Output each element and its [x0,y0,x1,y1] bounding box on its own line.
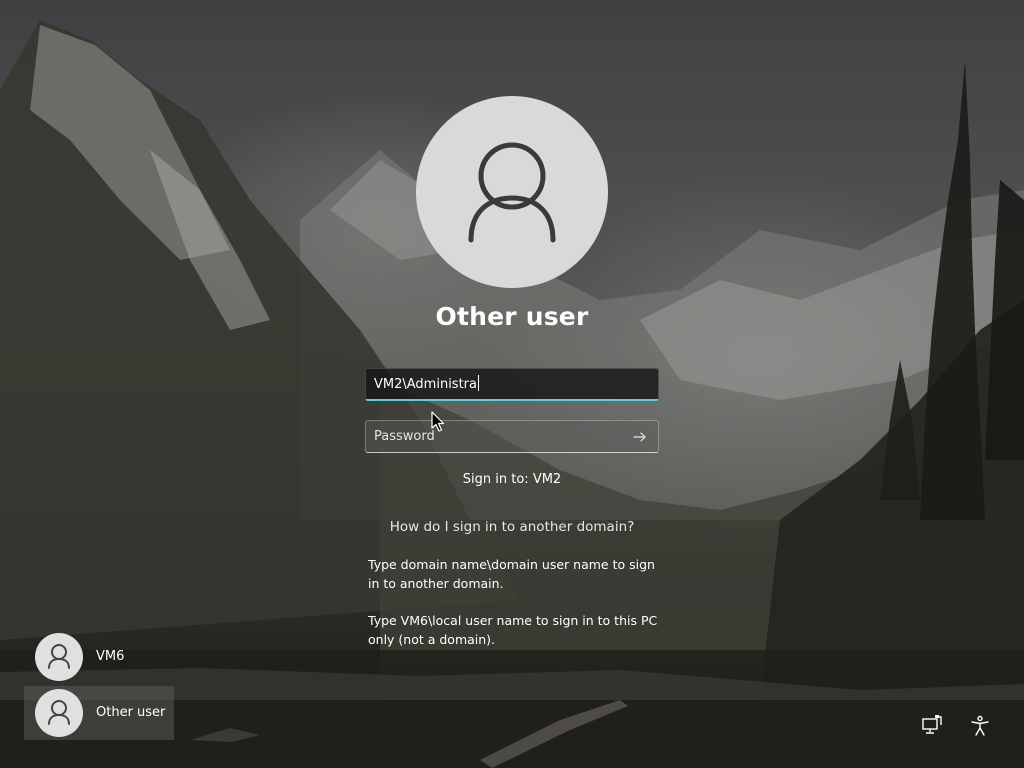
accessibility-button[interactable] [966,712,994,740]
network-button[interactable] [918,712,946,740]
help-text-domain: Type domain name\domain user name to sig… [368,557,655,591]
sign-in-target-text: Sign in to: VM2 [462,472,562,487]
username-input[interactable]: VM2\Administra [365,368,659,401]
user-tile-avatar [35,689,83,737]
network-icon [922,715,942,734]
help-domain-link[interactable]: How do I sign in to another domain? [362,519,662,535]
lock-screen: Other user VM2\Administra Password Sign … [0,0,1024,768]
mouse-pointer-icon [431,411,445,432]
text-caret [477,375,479,391]
user-tile-vm6[interactable]: VM6 [24,630,174,684]
help-text-local: Type VM6\local user name to sign in to t… [368,613,658,647]
user-silhouette-icon [48,644,70,669]
user-silhouette-icon [48,700,70,725]
user-tile-other-user[interactable]: Other user [24,686,174,740]
username-value: VM2\Administra [374,377,477,392]
accessibility-icon [971,715,989,736]
user-tile-label: Other user [96,705,166,720]
user-tile-label: VM6 [96,649,125,664]
user-avatar [416,96,608,288]
arrow-right-icon[interactable] [632,429,648,445]
user-silhouette-icon [468,142,556,243]
user-name-heading: Other user [435,302,589,331]
user-tile-avatar [35,633,83,681]
password-input[interactable]: Password [365,420,659,453]
password-placeholder: Password [374,429,435,444]
